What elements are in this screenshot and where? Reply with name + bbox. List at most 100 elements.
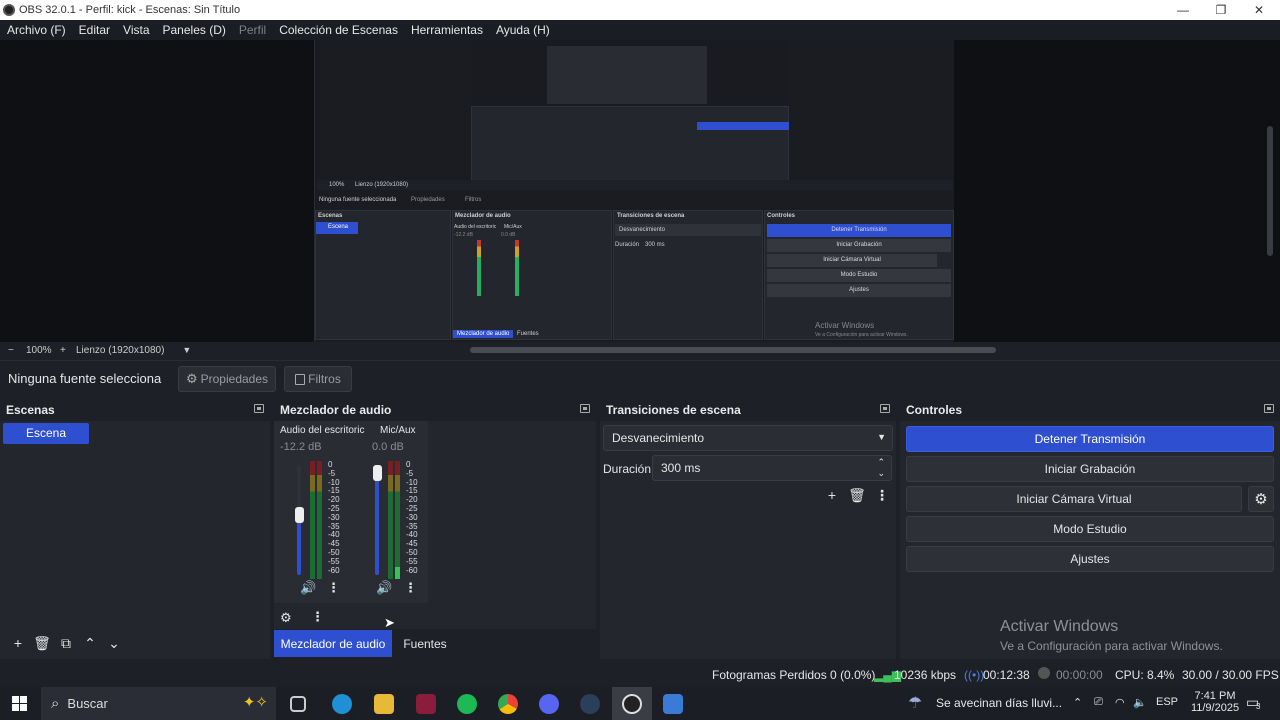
nested-filters: Filtros [465, 197, 482, 203]
nested-controls-title: Controles [767, 213, 796, 219]
advanced-audio-settings-icon[interactable]: ⚙ [280, 610, 292, 626]
mixer-menu-button[interactable]: ⋮ [311, 609, 324, 625]
transitions-dock-header: Transiciones de escena [600, 399, 896, 421]
db-scale: 0 -5 -10 -15 -20 -25 -30 -35 -40 -45 -50 -55 -60 [328, 460, 340, 575]
window-title: OBS 32.0.1 - Perfil: kick - Escenas: Sin… [19, 4, 241, 16]
start-button[interactable] [12, 696, 27, 711]
add-transition-button[interactable]: + [820, 483, 844, 507]
move-scene-down-button[interactable]: ⌄ [102, 631, 126, 655]
activate-windows-title: Activar Windows [1000, 618, 1119, 635]
speaker-icon[interactable]: 🔊 [300, 580, 316, 596]
preview-horizontal-scrollbar[interactable] [470, 347, 996, 353]
taskbar-search[interactable]: ⌕ Buscar ✦✧ [41, 687, 276, 720]
mixer-dock-header: Mezclador de audio [274, 399, 596, 421]
chrome-icon[interactable] [498, 694, 518, 714]
speaker-icon[interactable]: 🔊 [376, 580, 392, 596]
steam-icon[interactable] [580, 694, 600, 714]
close-button[interactable]: ✕ [1240, 0, 1278, 20]
nested-settings: Ajustes [767, 284, 951, 297]
tab-audio-mixer[interactable]: Mezclador de audio [274, 630, 392, 657]
zoom-out-button[interactable]: − [8, 345, 22, 356]
filters-button[interactable]: Filtros [284, 366, 352, 392]
tab-sources[interactable]: Fuentes [396, 630, 454, 657]
virtual-camera-settings-button[interactable]: ⚙ [1248, 486, 1274, 512]
channel-db: -12.2 dB [280, 441, 322, 453]
transitions-dock: Transiciones de escena Desvanecimiento ▼… [600, 399, 896, 659]
spotify-icon[interactable] [457, 694, 477, 714]
language-indicator[interactable]: ESP [1156, 696, 1178, 708]
add-scene-button[interactable]: + [6, 631, 30, 655]
preview-vertical-scrollbar[interactable] [1267, 126, 1273, 256]
tray-app-icon[interactable]: ⎚ [1094, 696, 1103, 709]
settings-button[interactable]: Ajustes [906, 546, 1274, 572]
menu-paneles[interactable]: Paneles (D) [163, 23, 226, 37]
move-scene-up-button[interactable]: ⌃ [78, 631, 102, 655]
nested-tab-mixer: Mezclador de audio [453, 330, 514, 338]
volume-fader-knob[interactable] [295, 507, 304, 524]
discord-icon[interactable] [539, 694, 559, 714]
studio-mode-button[interactable]: Modo Estudio [906, 516, 1274, 542]
menu-vista[interactable]: Vista [123, 23, 149, 37]
app2-icon[interactable] [663, 694, 683, 714]
tray-expand-icon[interactable]: ⌃ [1073, 696, 1082, 709]
file-explorer-icon[interactable] [374, 694, 394, 714]
menu-coleccion-escenas[interactable]: Colección de Escenas [279, 23, 398, 37]
chevron-down-icon: ▼ [877, 432, 886, 442]
canvas-dropdown-icon[interactable]: ▼ [182, 345, 191, 355]
transition-select[interactable]: Desvanecimiento ▼ [603, 425, 893, 451]
windows-taskbar: ⌕ Buscar ✦✧ ☂ Se avecinan días lluvi... … [0, 687, 1280, 720]
properties-label: Propiedades [200, 372, 269, 386]
dropped-frames: Fotogramas Perdidos 0 (0.0%) [712, 668, 876, 682]
app-icon[interactable] [416, 694, 436, 714]
duration-value: 300 ms [661, 461, 701, 475]
channel-menu-button[interactable]: ⋮ [404, 580, 417, 596]
maximize-button[interactable]: ❐ [1202, 0, 1240, 20]
channel-menu-button[interactable]: ⋮ [327, 580, 340, 596]
undock-icon[interactable] [254, 404, 264, 413]
menu-ayuda[interactable]: Ayuda (H) [496, 23, 550, 37]
nested-properties: Propiedades [411, 197, 445, 203]
channel-db: 0.0 dB [372, 441, 404, 453]
stop-streaming-button[interactable]: Detener Transmisión [906, 426, 1274, 452]
remove-scene-button[interactable]: 🗑 [30, 631, 54, 655]
activate-windows-sub: Ve a Configuración para activar Windows. [1000, 639, 1223, 653]
zoom-in-button[interactable]: + [60, 345, 74, 356]
minimize-button[interactable]: — [1164, 0, 1202, 20]
transition-menu-button[interactable]: ⋮ [870, 483, 894, 507]
nested-desktop-audio: Audio del escritoric [454, 224, 497, 230]
properties-button[interactable]: ⚙ Propiedades [178, 366, 276, 392]
start-virtual-camera-button[interactable]: Iniciar Cámara Virtual [906, 486, 1242, 512]
weather-text[interactable]: Se avecinan días lluvi... [936, 696, 1062, 710]
volume-icon[interactable]: 🔈 [1133, 696, 1147, 709]
transition-value: Desvanecimiento [612, 431, 705, 445]
volume-fader-knob[interactable] [373, 465, 382, 481]
obs-icon[interactable] [622, 694, 642, 714]
mixer-title: Mezclador de audio [280, 403, 392, 417]
menu-editar[interactable]: Editar [79, 23, 110, 37]
clock[interactable]: 7:41 PM 11/9/2025 [1190, 690, 1240, 714]
preview-canvas[interactable]: 100% Lienzo (1920x1080) Ninguna fuente s… [314, 40, 954, 342]
edge-browser-icon[interactable] [332, 694, 352, 714]
record-time: 00:00:00 [1056, 668, 1103, 682]
mixer-strip-desktop: Audio del escritoric -12.2 dB 0 -5 -10 -15-… [276, 425, 364, 605]
nested-mic: Mic/Aux [504, 224, 522, 230]
remove-transition-button[interactable]: 🗑 [845, 483, 869, 507]
duration-spinbox[interactable]: 300 ms ⌃ ⌄ [652, 455, 892, 481]
mixer-strip-mic: Mic/Aux 0.0 dB 0 -5 -10 -15 -20 -25 -30 -35 -40-… [368, 425, 432, 605]
scene-filters-button[interactable]: ⧉ [54, 631, 78, 655]
undock-icon[interactable] [580, 404, 590, 413]
nested-tab-sources: Fuentes [517, 331, 539, 337]
cpu-usage: CPU: 8.4% [1115, 668, 1175, 682]
start-recording-button[interactable]: Iniciar Grabación [906, 456, 1274, 482]
spin-arrows-icon[interactable]: ⌃ ⌄ [877, 457, 885, 479]
nested-stop-stream: Detener Transmisión [767, 224, 951, 237]
menu-herramientas[interactable]: Herramientas [411, 23, 483, 37]
nested-meter-2 [515, 240, 519, 296]
menu-perfil[interactable]: Perfil [239, 23, 266, 37]
menu-archivo[interactable]: Archivo (F) [7, 23, 66, 37]
scene-item[interactable]: Escena [3, 423, 89, 444]
undock-icon[interactable] [880, 404, 890, 413]
wifi-icon[interactable]: ◠ [1115, 696, 1125, 709]
undock-icon[interactable] [1264, 404, 1274, 413]
task-view-icon[interactable] [290, 696, 306, 712]
